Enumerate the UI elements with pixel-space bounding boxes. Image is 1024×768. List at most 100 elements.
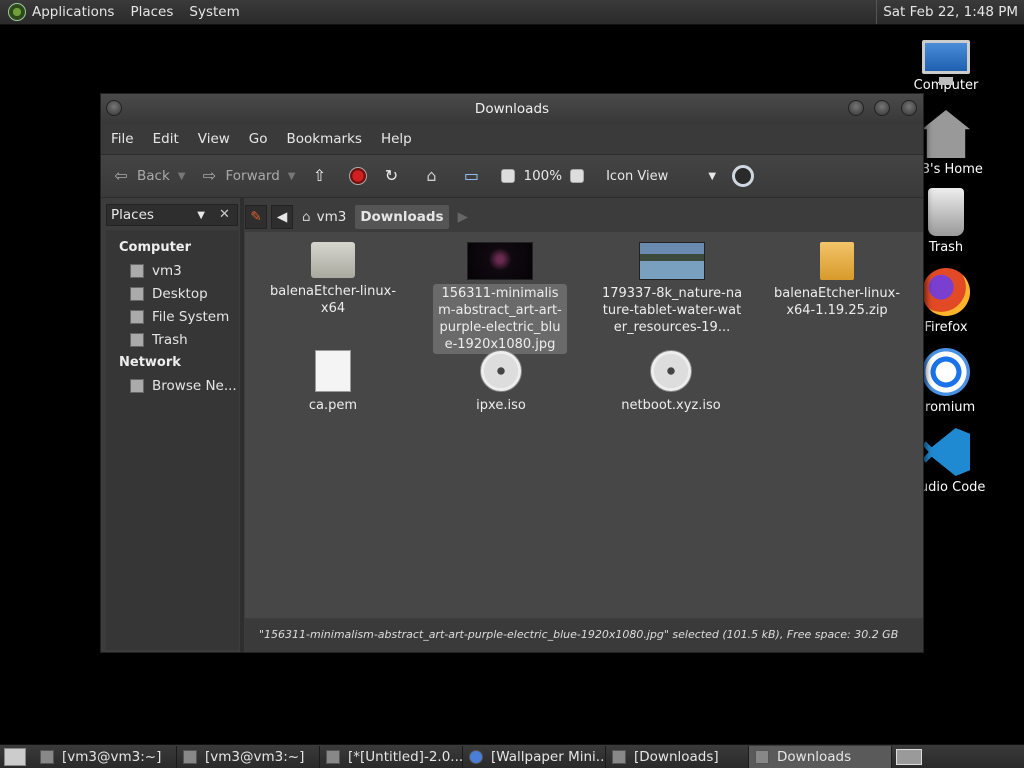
file-name: netboot.xyz.iso [621, 398, 721, 413]
terminal-icon [40, 749, 54, 764]
show-desktop-icon[interactable] [4, 747, 26, 766]
system-menu[interactable]: System [189, 4, 239, 20]
taskbar-item[interactable]: [*[Untitled]-2.0... [320, 745, 463, 768]
pane-splitter[interactable] [240, 198, 244, 652]
up-button[interactable]: ⇧ [309, 166, 335, 186]
search-icon[interactable] [732, 165, 755, 187]
reload-button[interactable]: ↻ [381, 166, 407, 186]
computer-icon [922, 40, 970, 85]
sidebar: Computer vm3 Desktop File System Trash N… [106, 230, 239, 650]
stop-button[interactable] [349, 167, 368, 185]
panel-menu: Applications Places System [32, 0, 256, 24]
reload-icon: ↻ [384, 166, 399, 185]
file-item[interactable]: ca.pem [263, 350, 403, 415]
back-button[interactable]: ⇦ Back ▼ [111, 166, 185, 186]
minimize-button[interactable] [848, 100, 864, 116]
path-segment-downloads[interactable]: Downloads [355, 205, 449, 229]
clock[interactable]: Sat Feb 22, 1:48 PM [876, 0, 1024, 24]
file-item[interactable]: netboot.xyz.iso [601, 350, 741, 415]
sidebar-item-desktop[interactable]: Desktop [106, 282, 239, 305]
taskbar-item-label: [vm3@vm3:~] [62, 748, 162, 765]
sidebar-item-label: Browse Ne... [152, 377, 237, 394]
menu-file[interactable]: File [111, 131, 134, 147]
taskbar-item-active[interactable]: Downloads [749, 745, 892, 768]
forward-arrow-icon: ⇨ [202, 166, 217, 185]
sidebar-item-trash[interactable]: Trash [106, 328, 239, 351]
top-panel: Applications Places System Sat Feb 22, 1… [0, 0, 1024, 25]
zoom-level: 100% [523, 168, 563, 184]
path-segment-vm3[interactable]: ⌂ vm3 [297, 205, 351, 229]
computer-button[interactable]: ▭ [461, 166, 487, 186]
firefox-icon [922, 268, 970, 316]
menu-view[interactable]: View [198, 131, 230, 147]
file-name: 179337-8k_nature-nature-tablet-water-wat… [601, 286, 743, 335]
location-toggle-button[interactable]: ✎ [245, 205, 267, 229]
maximize-button[interactable] [874, 100, 890, 116]
sidebar-item-file-system[interactable]: File System [106, 305, 239, 328]
chevron-down-icon: ▼ [197, 209, 205, 221]
folder-icon [311, 242, 355, 278]
sidebar-item-label: Trash [152, 331, 188, 348]
sidebar-item-browse-network[interactable]: Browse Ne... [106, 374, 239, 397]
applications-menu[interactable]: Applications [32, 4, 114, 20]
zoom-in-icon[interactable] [570, 169, 585, 183]
sidebar-close-icon[interactable]: ✕ [212, 204, 237, 226]
file-name: balenaEtcher-linux-x64-1.19.25.zip [773, 286, 901, 318]
chevron-left-icon: ◀ [276, 209, 288, 225]
taskbar-item-label: [vm3@vm3:~] [205, 748, 305, 765]
path-scroll-left-button[interactable]: ◀ [271, 205, 293, 229]
back-arrow-icon: ⇦ [114, 166, 128, 185]
menu-go[interactable]: Go [249, 131, 268, 147]
file-name: 156311-minimalism-abstract_art-art-purpl… [433, 284, 567, 354]
up-arrow-icon: ⇧ [312, 166, 327, 185]
bottom-panel: [vm3@vm3:~] [vm3@vm3:~] [*[Untitled]-2.0… [0, 744, 1024, 768]
close-button[interactable] [901, 100, 917, 116]
sidebar-item-label: vm3 [152, 262, 182, 279]
sidebar-section-network: Network [119, 355, 181, 370]
chevron-down-icon: ▼ [708, 170, 717, 182]
file-item[interactable]: balenaEtcher-linux-x64 [263, 242, 403, 318]
chevron-right-icon[interactable]: ▶ [453, 205, 473, 229]
home-folder-icon: ⌂ [426, 166, 437, 185]
file-item[interactable]: ipxe.iso [431, 350, 571, 415]
text-file-icon [315, 350, 351, 392]
file-item[interactable]: 156311-minimalism-abstract_art-art-purpl… [433, 242, 567, 354]
image-editor-icon [326, 749, 340, 764]
distro-logo-icon[interactable] [8, 3, 26, 21]
back-history-dropdown-icon[interactable]: ▼ [178, 171, 186, 182]
trash-icon [928, 188, 964, 236]
menu-edit[interactable]: Edit [153, 131, 179, 147]
sidebar-item-vm3[interactable]: vm3 [106, 259, 239, 282]
menu-help[interactable]: Help [381, 131, 412, 147]
vscode-icon [922, 428, 970, 476]
computer-icon: ▭ [463, 166, 480, 185]
zoom-control[interactable]: 100% [501, 168, 592, 184]
view-mode-select[interactable]: Icon View ▼ [606, 169, 716, 184]
taskbar-item-label: [*[Untitled]-2.0... [348, 748, 463, 765]
forward-button[interactable]: ⇨ Forward ▼ [199, 166, 296, 186]
places-menu[interactable]: Places [130, 4, 173, 20]
trash-icon [130, 332, 144, 347]
taskbar-item[interactable]: [Downloads] [606, 745, 749, 768]
status-bar: "156311-minimalism-abstract_art-art-purp… [245, 620, 923, 652]
path-segment-label: vm3 [316, 209, 347, 225]
zoom-out-icon[interactable] [501, 169, 516, 183]
desktop-folder-icon [130, 286, 144, 301]
window-menu-button[interactable] [106, 100, 122, 116]
taskbar-item[interactable]: [vm3@vm3:~] [34, 745, 177, 768]
forward-history-dropdown-icon[interactable]: ▼ [288, 171, 296, 182]
file-item[interactable]: 179337-8k_nature-nature-tablet-water-wat… [597, 242, 747, 337]
home-folder-icon [130, 263, 144, 278]
taskbar-item[interactable]: [vm3@vm3:~] [177, 745, 320, 768]
home-button[interactable]: ⌂ [421, 166, 447, 186]
workspace-switcher[interactable] [896, 748, 922, 765]
file-icon-view[interactable]: balenaEtcher-linux-x64 156311-minimalism… [245, 232, 923, 618]
taskbar-item-label: [Wallpaper Mini... [491, 748, 606, 765]
taskbar-item[interactable]: [Wallpaper Mini... [463, 745, 606, 768]
disc-image-icon [480, 350, 522, 392]
window-titlebar[interactable]: Downloads [101, 94, 923, 124]
desktop-icon-computer[interactable]: Computer [896, 34, 996, 93]
file-item[interactable]: balenaEtcher-linux-x64-1.19.25.zip [767, 242, 907, 320]
window-title: Downloads [474, 101, 550, 117]
menu-bookmarks[interactable]: Bookmarks [287, 131, 362, 147]
